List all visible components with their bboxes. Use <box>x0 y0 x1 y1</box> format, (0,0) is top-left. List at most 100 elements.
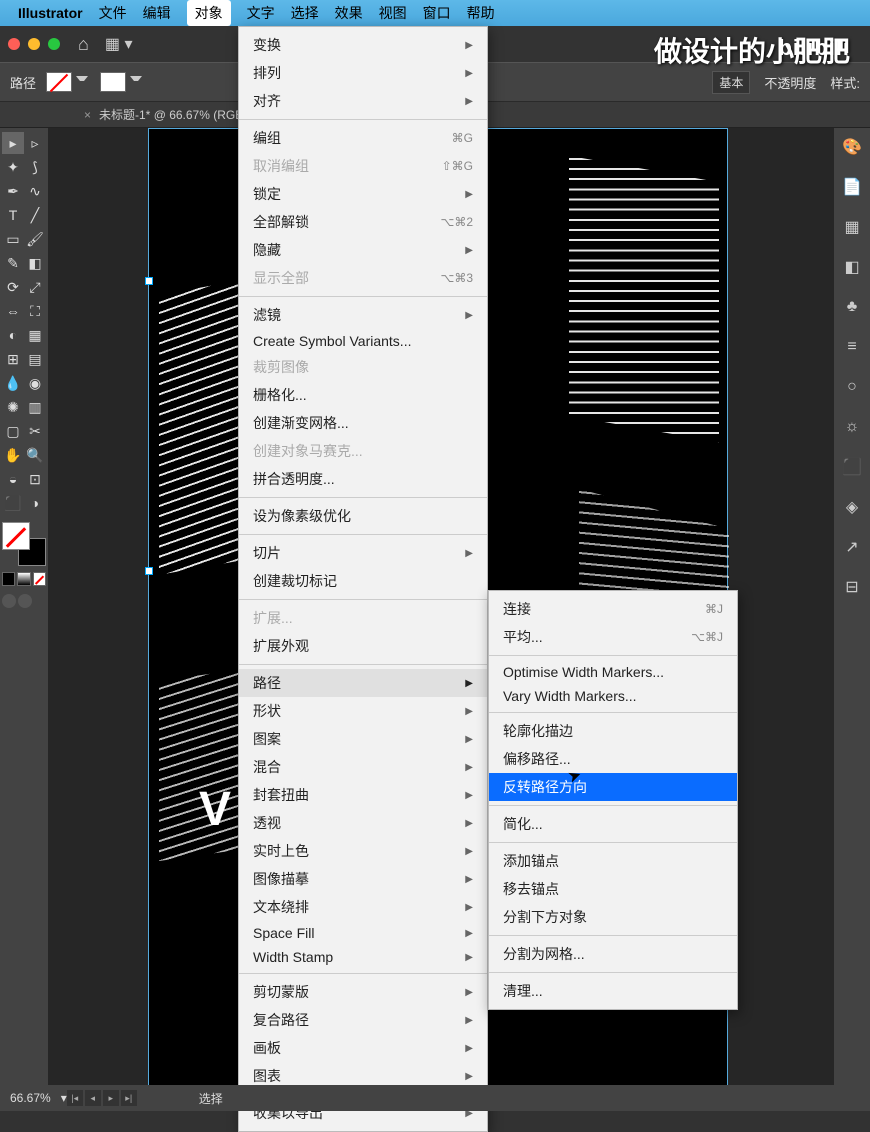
menu-item[interactable]: 混合▶ <box>239 753 487 781</box>
menu-item[interactable]: 全部解锁⌥⌘2 <box>239 208 487 236</box>
stroke-panel-icon[interactable]: ○ <box>841 376 863 398</box>
menu-item[interactable]: 移去锚点 <box>489 875 737 903</box>
menu-edit[interactable]: 编辑 <box>143 3 171 23</box>
tool-b[interactable]: ⊡ <box>24 468 46 490</box>
menu-item[interactable]: 图案▶ <box>239 725 487 753</box>
graphic-styles-icon[interactable]: ⬛ <box>841 456 863 478</box>
menu-item[interactable]: 透视▶ <box>239 809 487 837</box>
menu-item[interactable]: 拼合透明度... <box>239 465 487 493</box>
menu-help[interactable]: 帮助 <box>467 3 495 23</box>
menu-item[interactable]: 清理... <box>489 977 737 1005</box>
menu-item[interactable]: 编组⌘G <box>239 124 487 152</box>
stroke-swatch[interactable] <box>100 72 126 92</box>
menu-item[interactable]: 排列▶ <box>239 59 487 87</box>
menu-item[interactable]: 平均...⌥⌘J <box>489 623 737 651</box>
transparency-panel-icon[interactable]: ◈ <box>841 496 863 518</box>
menu-item[interactable]: 实时上色▶ <box>239 837 487 865</box>
menu-item[interactable]: Space Fill▶ <box>239 921 487 945</box>
rotate-tool[interactable]: ⟳ <box>2 276 24 298</box>
properties-panel-icon[interactable]: 🎨 <box>841 136 863 158</box>
menu-item[interactable]: 扩展外观 <box>239 632 487 660</box>
eyedropper-tool[interactable]: 💧 <box>2 372 24 394</box>
brushes-panel-icon[interactable]: ≡ <box>841 336 863 358</box>
symbol-sprayer-tool[interactable]: ✺ <box>2 396 24 418</box>
zoom-tool[interactable]: 🔍 <box>24 444 46 466</box>
menu-item[interactable]: 创建渐变网格... <box>239 409 487 437</box>
width-tool[interactable]: ⇔ <box>2 300 24 322</box>
menu-item[interactable]: 切片▶ <box>239 539 487 567</box>
menu-item[interactable]: 简化... <box>489 810 737 838</box>
menu-file[interactable]: 文件 <box>99 3 127 23</box>
draw-behind[interactable] <box>18 594 32 608</box>
menu-item[interactable]: 变换▶ <box>239 31 487 59</box>
menu-item[interactable]: 画板▶ <box>239 1034 487 1062</box>
align-panel-icon[interactable]: ⊟ <box>841 576 863 598</box>
direct-selection-tool[interactable]: ▹ <box>24 132 46 154</box>
menu-object[interactable]: 对象 <box>187 0 231 26</box>
last-artboard-button[interactable]: ▸| <box>121 1090 137 1106</box>
menu-item[interactable]: 路径▶ <box>239 669 487 697</box>
app-name[interactable]: Illustrator <box>18 5 83 21</box>
fill-dropdown[interactable] <box>76 76 88 88</box>
menu-item[interactable]: Optimise Width Markers... <box>489 660 737 684</box>
paintbrush-tool[interactable]: 🖌 <box>24 228 46 250</box>
menu-effect[interactable]: 效果 <box>335 3 363 23</box>
menu-item[interactable]: 隐藏▶ <box>239 236 487 264</box>
menu-item[interactable]: Width Stamp▶ <box>239 945 487 969</box>
prev-artboard-button[interactable]: ◂ <box>85 1090 101 1106</box>
menu-item[interactable]: 轮廓化描边 <box>489 717 737 745</box>
menu-item[interactable]: 反转路径方向 <box>489 773 737 801</box>
slice-tool[interactable]: ✂ <box>24 420 46 442</box>
libraries-panel-icon[interactable]: ▦ <box>841 216 863 238</box>
menu-item[interactable]: 分割下方对象 <box>489 903 737 931</box>
fill-swatch[interactable] <box>46 72 72 92</box>
first-artboard-button[interactable]: |◂ <box>67 1090 83 1106</box>
artboard-tool[interactable]: ▢ <box>2 420 24 442</box>
menu-item[interactable]: 形状▶ <box>239 697 487 725</box>
home-icon[interactable]: ⌂ <box>78 34 89 55</box>
menu-item[interactable]: 文本绕排▶ <box>239 893 487 921</box>
free-transform-tool[interactable]: ⛶ <box>24 300 46 322</box>
menu-item[interactable]: 栅格化... <box>239 381 487 409</box>
lasso-tool[interactable]: ⟆ <box>24 156 46 178</box>
menu-select[interactable]: 选择 <box>291 3 319 23</box>
type-tool[interactable]: T <box>2 204 24 226</box>
menu-item[interactable]: 连接⌘J <box>489 595 737 623</box>
graph-tool[interactable]: ▥ <box>24 396 46 418</box>
menu-item[interactable]: 剪切蒙版▶ <box>239 978 487 1006</box>
swatches-panel-icon[interactable]: ◧ <box>841 256 863 278</box>
close-window-button[interactable] <box>8 38 20 50</box>
menu-item[interactable]: 创建裁切标记 <box>239 567 487 595</box>
line-tool[interactable]: ╱ <box>24 204 46 226</box>
tool-a[interactable]: ◒ <box>2 468 24 490</box>
menu-item[interactable]: 添加锚点 <box>489 847 737 875</box>
brush-basic[interactable]: 基本 <box>712 71 750 94</box>
shape-builder-tool[interactable]: ◐ <box>2 324 24 346</box>
selection-tool[interactable]: ▸ <box>2 132 24 154</box>
color-mode[interactable] <box>2 572 15 586</box>
maximize-window-button[interactable] <box>48 38 60 50</box>
gradient-tool[interactable]: ▤ <box>24 348 46 370</box>
minimize-window-button[interactable] <box>28 38 40 50</box>
shaper-tool[interactable]: ✎ <box>2 252 24 274</box>
menu-item[interactable]: 滤镜▶ <box>239 301 487 329</box>
menu-item[interactable]: 分割为网格... <box>489 940 737 968</box>
tool-d[interactable]: ◑ <box>24 492 46 514</box>
tab-close-icon[interactable]: × <box>84 108 91 122</box>
arrange-icon[interactable]: ▦ ▾ <box>105 34 133 54</box>
eraser-tool[interactable]: ◧ <box>24 252 46 274</box>
hand-tool[interactable]: ✋ <box>2 444 24 466</box>
none-mode[interactable] <box>33 572 46 586</box>
pen-tool[interactable]: ✒ <box>2 180 24 202</box>
perspective-tool[interactable]: ▦ <box>24 324 46 346</box>
menu-item[interactable]: 偏移路径... <box>489 745 737 773</box>
rectangle-tool[interactable]: ▭ <box>2 228 24 250</box>
menu-item[interactable]: Create Symbol Variants... <box>239 329 487 353</box>
menu-item[interactable]: 设为像素级优化 <box>239 502 487 530</box>
menu-item[interactable]: 复合路径▶ <box>239 1006 487 1034</box>
tool-c[interactable]: ⬛ <box>2 492 24 514</box>
fill-stroke-picker[interactable] <box>2 522 46 566</box>
document-tab[interactable]: 未标题-1* @ 66.67% (RGB) <box>91 102 255 127</box>
curvature-tool[interactable]: ∿ <box>24 180 46 202</box>
menu-item[interactable]: 图像描摹▶ <box>239 865 487 893</box>
